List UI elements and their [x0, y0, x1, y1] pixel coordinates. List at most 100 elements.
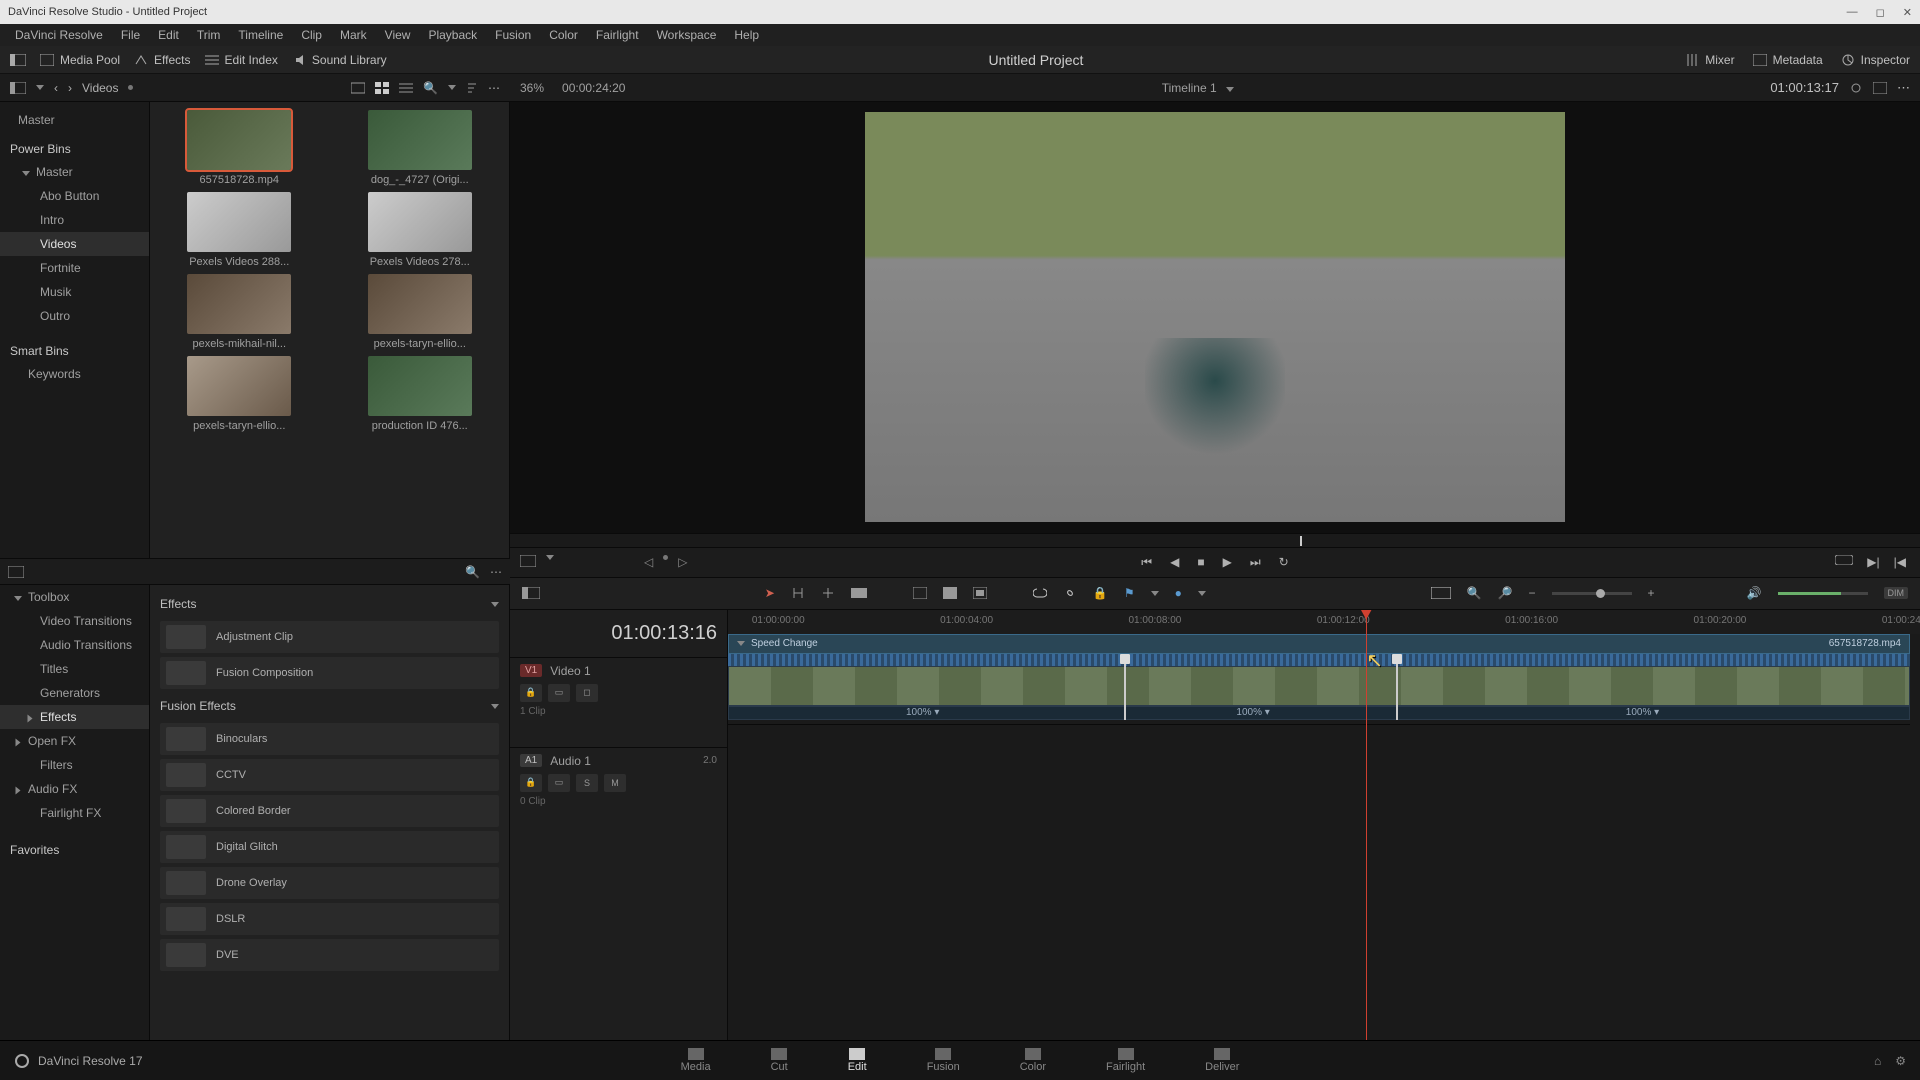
- home-button[interactable]: ⌂: [1874, 1054, 1881, 1068]
- menu-timeline[interactable]: Timeline: [229, 28, 292, 42]
- bin-videos[interactable]: Videos: [0, 232, 149, 256]
- single-viewer-icon[interactable]: [1873, 82, 1887, 94]
- bin-master[interactable]: Master: [0, 108, 149, 132]
- fx-item[interactable]: DVE: [160, 939, 499, 971]
- dynamic-trim-tool[interactable]: [821, 586, 835, 600]
- insert-clip-button[interactable]: [913, 587, 927, 599]
- overwrite-clip-button[interactable]: [943, 587, 957, 599]
- fx-video-transitions[interactable]: Video Transitions: [0, 609, 149, 633]
- audio-track-badge[interactable]: A1: [520, 754, 542, 767]
- fx-group-fusion[interactable]: Fusion Effects: [160, 693, 499, 719]
- metadata-button[interactable]: Metadata: [1753, 53, 1823, 67]
- viewer-mode-icon[interactable]: [520, 555, 536, 569]
- zoom-slider[interactable]: [1552, 592, 1632, 595]
- fx-item[interactable]: Binoculars: [160, 723, 499, 755]
- audio-auto-select[interactable]: ▭: [548, 774, 570, 792]
- zoom-out-button[interactable]: −: [1529, 586, 1536, 600]
- media-clip[interactable]: production ID 476...: [339, 356, 502, 432]
- viewer-mode-dropdown[interactable]: [546, 555, 554, 560]
- volume-slider[interactable]: [1778, 592, 1868, 595]
- audio-solo-toggle[interactable]: S: [576, 774, 598, 792]
- fx-item[interactable]: Colored Border: [160, 795, 499, 827]
- smart-bin-keywords[interactable]: Keywords: [0, 362, 149, 386]
- fx-item[interactable]: DSLR: [160, 903, 499, 935]
- marker-dropdown[interactable]: [1198, 591, 1206, 596]
- fx-search-icon[interactable]: 🔍: [465, 565, 480, 579]
- edit-index-button[interactable]: Edit Index: [205, 53, 278, 67]
- timeline-ruler[interactable]: 01:00:00:0001:00:04:0001:00:08:0001:00:1…: [728, 610, 1920, 634]
- flag-dropdown[interactable]: [1151, 591, 1159, 596]
- menu-file[interactable]: File: [112, 28, 149, 42]
- search-dropdown-icon[interactable]: [448, 85, 456, 90]
- dim-toggle[interactable]: DIM: [1884, 587, 1909, 599]
- page-tab-deliver[interactable]: Deliver: [1205, 1048, 1239, 1073]
- video-track-header[interactable]: V1 Video 1 🔒 ▭ ◻ 1 Clip: [510, 657, 727, 747]
- minimize-button[interactable]: —: [1847, 6, 1858, 19]
- fx-titles[interactable]: Titles: [0, 657, 149, 681]
- viewer-zoom[interactable]: 36%: [520, 81, 544, 95]
- audio-track-header[interactable]: A1 Audio 1 2.0 🔒 ▭ S M 0 Clip: [510, 747, 727, 827]
- speed-segment-label[interactable]: 100% ▾: [906, 707, 939, 718]
- media-clip[interactable]: 657518728.mp4: [158, 110, 321, 186]
- page-tab-edit[interactable]: Edit: [848, 1048, 867, 1073]
- fx-item[interactable]: Fusion Composition: [160, 657, 499, 689]
- timeline-dropdown-icon[interactable]: [1226, 87, 1234, 92]
- match-frame-next[interactable]: ▷: [678, 555, 687, 569]
- bin-abo[interactable]: Abo Button: [0, 184, 149, 208]
- viewer-scrub-bar[interactable]: [510, 533, 1920, 547]
- media-clip[interactable]: Pexels Videos 278...: [339, 192, 502, 268]
- audio-track-lane[interactable]: [728, 724, 1910, 802]
- fx-audiofx[interactable]: Audio FX: [0, 777, 149, 801]
- menu-view[interactable]: View: [376, 28, 420, 42]
- maximize-button[interactable]: ◻: [1876, 6, 1885, 19]
- project-settings-button[interactable]: ⚙: [1895, 1054, 1906, 1068]
- layout-dropdown-icon[interactable]: [36, 85, 44, 90]
- sound-library-button[interactable]: Sound Library: [292, 53, 387, 67]
- fx-audio-transitions[interactable]: Audio Transitions: [0, 633, 149, 657]
- track-disable-toggle[interactable]: ◻: [576, 684, 598, 702]
- fx-toolbox[interactable]: Toolbox: [0, 585, 149, 609]
- page-tab-media[interactable]: Media: [681, 1048, 711, 1073]
- options-icon[interactable]: ⋯: [488, 81, 500, 95]
- power-bin-master[interactable]: Master: [0, 160, 149, 184]
- nav-back-button[interactable]: ‹: [54, 81, 58, 95]
- fx-openfx[interactable]: Open FX: [0, 729, 149, 753]
- media-clip[interactable]: pexels-taryn-ellio...: [339, 274, 502, 350]
- bin-musik[interactable]: Musik: [0, 280, 149, 304]
- sort-icon[interactable]: [466, 82, 478, 94]
- go-out-button[interactable]: |◀: [1894, 555, 1906, 569]
- fx-item[interactable]: CCTV: [160, 759, 499, 791]
- menu-davinci[interactable]: DaVinci Resolve: [6, 28, 112, 42]
- smart-bins-header[interactable]: Smart Bins: [0, 340, 149, 362]
- play-button[interactable]: ▶: [1223, 555, 1232, 569]
- zoom-to-fit-button[interactable]: [1431, 587, 1451, 599]
- toggle-sidebar-button[interactable]: [10, 54, 26, 66]
- timeline-view-options[interactable]: [522, 587, 540, 599]
- go-in-button[interactable]: ▶|: [1867, 555, 1879, 569]
- timeline-name[interactable]: Timeline 1: [1162, 81, 1217, 95]
- zoom-in-button[interactable]: +: [1648, 586, 1655, 600]
- audio-mute-toggle[interactable]: M: [604, 774, 626, 792]
- custom-zoom-button[interactable]: 🔎: [1498, 586, 1513, 600]
- step-back-button[interactable]: ◀: [1170, 555, 1179, 569]
- flag-button[interactable]: ⚑: [1124, 586, 1135, 600]
- fx-group-effects[interactable]: Effects: [160, 591, 499, 617]
- panel-layout-button[interactable]: [10, 82, 26, 94]
- speed-segment-label[interactable]: 100% ▾: [1626, 707, 1659, 718]
- menu-clip[interactable]: Clip: [292, 28, 331, 42]
- menu-playback[interactable]: Playback: [419, 28, 486, 42]
- trim-tool[interactable]: [791, 586, 805, 600]
- video-track-badge[interactable]: V1: [520, 664, 542, 677]
- effects-button[interactable]: Effects: [134, 53, 190, 67]
- fx-options-icon[interactable]: ⋯: [490, 565, 502, 579]
- menu-help[interactable]: Help: [725, 28, 768, 42]
- mute-button[interactable]: 🔊: [1747, 586, 1762, 600]
- playhead[interactable]: [1366, 610, 1367, 1041]
- menu-fusion[interactable]: Fusion: [486, 28, 540, 42]
- bin-outro[interactable]: Outro: [0, 304, 149, 328]
- page-tab-fusion[interactable]: Fusion: [927, 1048, 960, 1073]
- timeline-clip[interactable]: Speed Change 657518728.mp4: [728, 634, 1910, 654]
- mixer-button[interactable]: Mixer: [1685, 53, 1734, 67]
- media-clip[interactable]: dog_-_4727 (Origi...: [339, 110, 502, 186]
- search-icon[interactable]: 🔍: [423, 81, 438, 95]
